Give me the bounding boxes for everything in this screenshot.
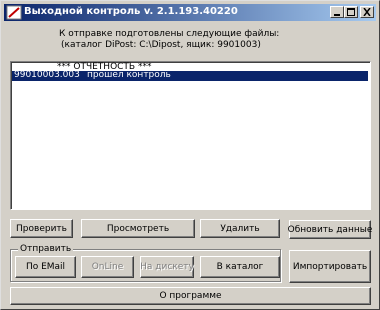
file-list[interactable]: *** ОТЧЕТНОСТЬ *** 99010003.003 прошел к…: [10, 61, 371, 210]
close-icon: [363, 8, 371, 16]
list-item[interactable]: 99010003.003 прошел контроль: [12, 70, 368, 81]
check-button[interactable]: Проверить: [10, 219, 73, 238]
import-button[interactable]: Импортировать: [289, 250, 371, 283]
delete-button[interactable]: Удалить: [200, 219, 280, 238]
maximize-icon: [347, 8, 355, 16]
minimize-icon: [334, 14, 340, 16]
close-button[interactable]: [360, 6, 374, 18]
email-button[interactable]: По EMail: [15, 256, 76, 278]
view-button[interactable]: Просмотреть: [81, 219, 195, 238]
minimize-button[interactable]: [330, 6, 344, 18]
main-window: Выходной контроль v. 2.1.193.40220 К отп…: [0, 0, 380, 310]
disk-button[interactable]: На дискету: [140, 256, 194, 278]
maximize-button[interactable]: [344, 6, 358, 18]
file-status: прошел контроль: [87, 70, 171, 80]
info-line-2: (каталог DiPost: C:\Dipost, ящик: 990100…: [61, 40, 261, 50]
about-button[interactable]: О программе: [10, 287, 371, 305]
title-bar[interactable]: Выходной контроль v. 2.1.193.40220: [4, 4, 376, 21]
app-icon: [6, 5, 22, 20]
file-name: 99010003.003: [14, 70, 80, 80]
info-line-1: К отправке подготовлены следующие файлы:: [59, 29, 280, 39]
catalog-button[interactable]: В каталог: [200, 256, 280, 278]
online-button[interactable]: OnLine: [81, 256, 134, 278]
send-group-label: Отправить: [18, 244, 74, 254]
window-title: Выходной контроль v. 2.1.193.40220: [24, 6, 238, 17]
refresh-button[interactable]: Обновить данные: [288, 220, 372, 239]
